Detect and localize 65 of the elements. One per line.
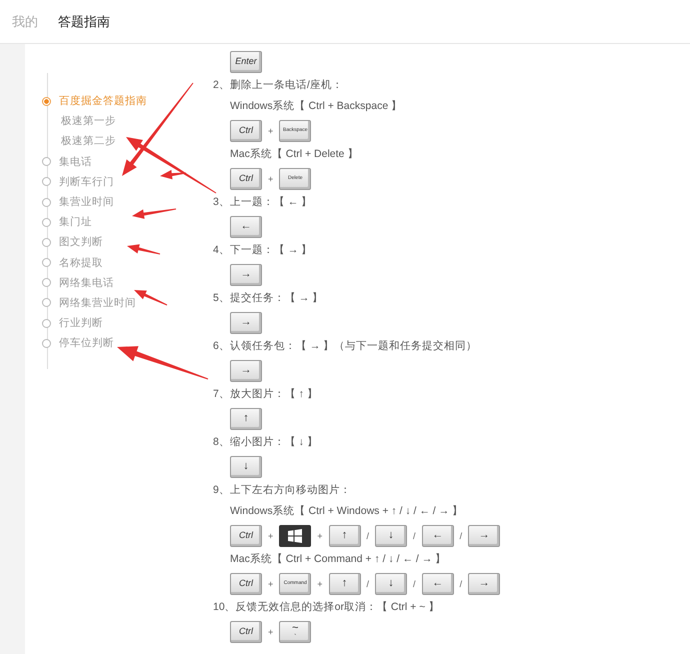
separator: + bbox=[317, 578, 323, 588]
sidebar-item[interactable]: 图文判断 bbox=[59, 235, 103, 250]
separator: + bbox=[268, 126, 274, 136]
sidebar-subitem[interactable]: 极速第一步 bbox=[61, 114, 116, 128]
annotation-arrow bbox=[132, 208, 176, 219]
key-cap: Ctrl bbox=[230, 168, 262, 190]
separator: / bbox=[460, 578, 462, 588]
separator: + bbox=[317, 530, 323, 540]
sidebar-item[interactable]: 百度掘金答题指南 bbox=[59, 94, 147, 108]
key-cap: → bbox=[468, 572, 500, 594]
step-heading: 3、上一题：【 ← 】 bbox=[213, 195, 314, 210]
key-cap: Ctrl bbox=[230, 524, 262, 546]
separator: / bbox=[413, 578, 416, 588]
key-cap: ← bbox=[422, 524, 454, 546]
key-cap: → bbox=[468, 524, 500, 546]
key-cap: ← bbox=[422, 572, 454, 594]
key-cap: → bbox=[230, 264, 262, 286]
separator: / bbox=[413, 530, 416, 540]
sidebar-item[interactable]: 集营业时间 bbox=[59, 195, 114, 210]
sidebar-subitem[interactable]: 极速第二步 bbox=[61, 134, 116, 148]
key-cap: Ctrl bbox=[230, 572, 262, 594]
sidebar-item[interactable]: 停车位判断 bbox=[59, 336, 114, 350]
separator: + bbox=[268, 174, 274, 184]
step-heading: 7、放大图片：【 ↑ 】 bbox=[213, 387, 319, 402]
shortcut-note: Windows系统【 Ctrl + Windows + ↑ / ↓ / ← / → 】 bbox=[229, 504, 464, 519]
annotation-arrow bbox=[127, 244, 160, 254]
key-cap: ↑ bbox=[328, 524, 361, 546]
key-cap: → bbox=[230, 360, 262, 382]
step-heading: 4、下一题：【 → 】 bbox=[213, 243, 314, 258]
sidebar-item[interactable]: 判断车行门 bbox=[59, 174, 114, 189]
separator: / bbox=[366, 530, 370, 540]
windows-key-icon bbox=[279, 524, 312, 546]
step-heading: 5、提交任务：【 → 】 bbox=[213, 291, 324, 306]
sidebar-item[interactable]: 行业判断 bbox=[59, 316, 103, 330]
separator: + bbox=[268, 578, 274, 588]
annotation-arrow bbox=[134, 290, 168, 306]
shortcut-note: Mac系统【 Ctrl + Delete 】 bbox=[229, 147, 360, 162]
shortcut-note: Mac系统【 Ctrl + Command + ↑ / ↓ / ← / → 】 bbox=[229, 552, 448, 567]
step-heading: 9、上下左右方向移动图片： bbox=[213, 483, 352, 498]
key-cap: → bbox=[230, 312, 262, 334]
shortcut-note: Windows系统【 Ctrl + Backspace 】 bbox=[229, 99, 404, 114]
separator: / bbox=[460, 530, 462, 540]
key-cap: ↑ bbox=[328, 572, 361, 594]
key-cap: Ctrl bbox=[230, 620, 262, 642]
step-heading: 6、认领任务包：【 → 】（与下一题和任务提交相同） bbox=[213, 339, 478, 354]
step-heading: 2、删除上一条电话/座机： bbox=[213, 78, 344, 93]
separator: + bbox=[268, 530, 274, 540]
key-cap: ↓ bbox=[230, 456, 262, 478]
separator: / bbox=[366, 578, 370, 588]
key-cap: ↑ bbox=[230, 408, 262, 430]
tab[interactable]: 答题指南 bbox=[58, 12, 110, 30]
key-cap: ← bbox=[230, 216, 262, 238]
tab[interactable]: 我的 bbox=[12, 12, 38, 30]
step-heading: 10、反馈无效信息的选择or取消：【 Ctrl + ~ 】 bbox=[213, 600, 440, 615]
sidebar-item[interactable]: 网络集电话 bbox=[59, 276, 114, 290]
separator: + bbox=[268, 626, 274, 636]
key-cap: Ctrl bbox=[230, 120, 262, 142]
sidebar-item[interactable]: 集门址 bbox=[59, 215, 92, 230]
key-cap: ↓ bbox=[375, 524, 408, 546]
step-heading: 8、缩小图片：【 ↓ 】 bbox=[213, 435, 319, 450]
key-cap: ↓ bbox=[375, 572, 408, 594]
sidebar-item[interactable]: 集电话 bbox=[59, 154, 92, 169]
sidebar-item[interactable]: 名称提取 bbox=[59, 256, 103, 270]
sidebar-item[interactable]: 网络集营业时间 bbox=[59, 296, 136, 310]
key-cap: Enter bbox=[230, 50, 262, 72]
